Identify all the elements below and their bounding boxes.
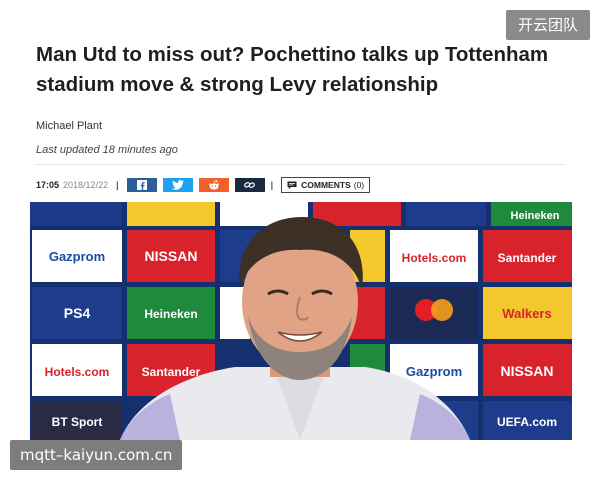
- headline-line-2: stadium move & strong Levy relationship: [36, 73, 439, 96]
- svg-text:Walkers: Walkers: [502, 306, 551, 321]
- link-icon: [244, 182, 256, 189]
- svg-text:NISSAN: NISSAN: [145, 248, 198, 264]
- headline-line-1: Man Utd to miss out? Pochettino talks up…: [36, 43, 549, 66]
- facebook-icon: [136, 180, 147, 190]
- meta-separator-2: |: [270, 180, 274, 190]
- divider: [34, 164, 566, 165]
- svg-text:Santander: Santander: [142, 365, 201, 379]
- comments-count: (0): [353, 180, 365, 190]
- svg-text:Heineken: Heineken: [511, 210, 560, 222]
- svg-text:Heineken: Heineken: [144, 307, 197, 321]
- meta-separator: |: [116, 180, 119, 190]
- comment-bubble-icon: [287, 181, 297, 189]
- last-updated: Last updated 18 minutes ago: [36, 144, 178, 156]
- article-meta-bar: 17:05 2018/12/22 | | COMMENTS (0): [36, 177, 371, 193]
- article-headline: Man Utd to miss out? Pochettino talks up…: [36, 40, 568, 100]
- svg-text:Hotels.com: Hotels.com: [45, 365, 110, 379]
- publish-date: 2018/12/22: [63, 180, 109, 190]
- press-conference-image: Heineken Gazprom NISSAN Hotels.com Santa…: [30, 202, 572, 440]
- share-link-button[interactable]: [234, 178, 265, 192]
- svg-text:Hotels.com: Hotels.com: [402, 251, 467, 265]
- svg-text:Santander: Santander: [498, 251, 557, 265]
- share-reddit-button[interactable]: [198, 178, 229, 192]
- featured-photo: Heineken Gazprom NISSAN Hotels.com Santa…: [30, 202, 572, 440]
- svg-text:Gazprom: Gazprom: [406, 364, 462, 379]
- comments-button[interactable]: COMMENTS (0): [281, 177, 371, 193]
- svg-text:PS4: PS4: [64, 305, 91, 321]
- share-twitter-button[interactable]: [162, 178, 193, 192]
- watermark-bottom: mqtt–kaiyun.com.cn: [10, 440, 183, 470]
- article: Man Utd to miss out? Pochettino talks up…: [34, 40, 568, 193]
- svg-text:UEFA.com: UEFA.com: [497, 415, 557, 429]
- twitter-icon: [171, 180, 184, 190]
- author-name[interactable]: Michael Plant: [36, 120, 102, 132]
- reddit-icon: [208, 180, 219, 190]
- svg-text:NISSAN: NISSAN: [501, 363, 554, 379]
- share-facebook-button[interactable]: [126, 178, 157, 192]
- watermark-top: 开云团队: [505, 10, 590, 40]
- comments-label: COMMENTS: [301, 180, 351, 190]
- svg-text:Gazprom: Gazprom: [49, 249, 105, 264]
- publish-time: 17:05: [36, 180, 60, 190]
- svg-text:BT Sport: BT Sport: [52, 415, 103, 429]
